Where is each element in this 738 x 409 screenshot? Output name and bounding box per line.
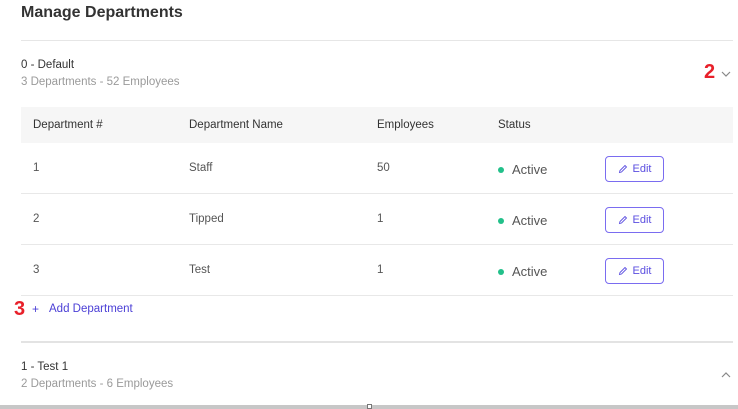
annotation-marker-3: 3 — [14, 298, 26, 320]
edit-button-label: Edit — [632, 265, 652, 277]
status-badge: Active — [498, 162, 547, 177]
employee-count: 1 — [377, 264, 384, 276]
group-name: 1 - Test 1 — [21, 361, 69, 373]
pencil-icon — [618, 215, 627, 225]
pencil-icon — [618, 266, 627, 276]
status-dot-icon — [498, 166, 504, 173]
department-number: 3 — [33, 264, 40, 276]
group-name: 0 - Default — [21, 59, 75, 71]
department-name: Staff — [189, 162, 213, 174]
column-header-status: Status — [498, 119, 531, 131]
status-dot-icon — [498, 217, 504, 224]
divider — [21, 341, 733, 343]
chevron-down-icon[interactable] — [720, 68, 732, 80]
edit-button-label: Edit — [632, 214, 652, 226]
annotation-marker-2: 2 — [704, 61, 716, 83]
department-number: 2 — [33, 213, 40, 225]
scrollbar-thumb[interactable] — [367, 404, 372, 409]
department-number: 1 — [33, 162, 40, 174]
add-department-label: Add Department — [49, 303, 133, 315]
edit-button[interactable]: Edit — [605, 207, 664, 233]
status-badge: Active — [498, 264, 547, 279]
group-header-default[interactable]: 0 - Default 3 Departments - 52 Employees — [21, 59, 180, 88]
edit-button[interactable]: Edit — [605, 156, 664, 182]
table-row: 2 Tipped 1 Active Edit — [21, 194, 733, 245]
column-header-number: Department # — [33, 119, 103, 131]
chevron-up-icon[interactable] — [720, 369, 732, 381]
plus-icon: + — [32, 302, 40, 316]
divider — [21, 40, 733, 41]
status-badge: Active — [498, 213, 547, 228]
group-summary: 3 Departments - 52 Employees — [21, 76, 180, 88]
status-label: Active — [512, 264, 548, 279]
table-row: 1 Staff 50 Active Edit — [21, 143, 733, 194]
status-label: Active — [512, 162, 548, 177]
table-row: 3 Test 1 Active Edit — [21, 245, 733, 296]
edit-button[interactable]: Edit — [605, 258, 664, 284]
group-summary: 2 Departments - 6 Employees — [21, 378, 174, 390]
add-department-link[interactable]: + Add Department — [32, 302, 133, 316]
column-header-name: Department Name — [189, 119, 283, 131]
pencil-icon — [618, 164, 627, 174]
group-header-test-1[interactable]: 1 - Test 1 2 Departments - 6 Employees — [21, 361, 173, 390]
column-header-employees: Employees — [377, 119, 434, 131]
edit-button-label: Edit — [632, 163, 652, 175]
employee-count: 1 — [377, 213, 384, 225]
page-title: Manage Departments — [21, 4, 183, 21]
employee-count: 50 — [377, 162, 390, 174]
department-name: Tipped — [189, 213, 224, 225]
department-name: Test — [189, 264, 211, 276]
status-dot-icon — [498, 268, 504, 275]
department-table-header: Department # Department Name Employees S… — [21, 107, 733, 143]
status-label: Active — [512, 213, 548, 228]
